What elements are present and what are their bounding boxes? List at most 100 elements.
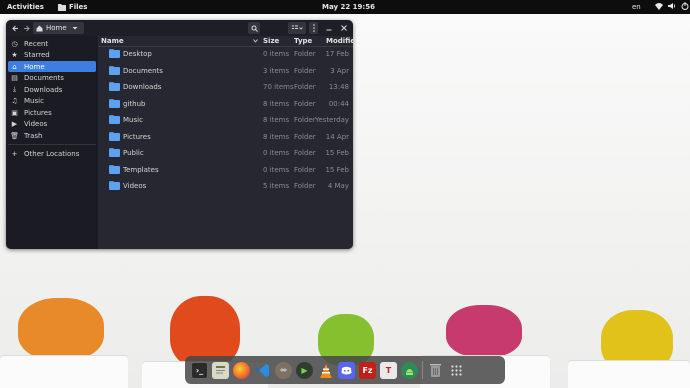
files-window: Home ◷ Recent ★ Starred ⌂ Home ▤ Documen…: [6, 20, 353, 249]
file-type: Folder: [294, 182, 316, 190]
sort-chevron-icon: [253, 39, 258, 43]
discord-icon[interactable]: [338, 361, 355, 379]
sidebar-item-label: Trash: [24, 131, 43, 140]
file-type: Folder: [294, 132, 316, 141]
file-name: Downloads: [123, 83, 162, 91]
sidebar: ◷ Recent ★ Starred ⌂ Home ▤ Documents ⤓ …: [6, 36, 98, 249]
path-bar[interactable]: Home: [33, 22, 84, 34]
sidebar-item-home[interactable]: ⌂ Home: [8, 61, 96, 72]
app-grid-icon[interactable]: [448, 362, 465, 379]
column-header-type[interactable]: Type: [294, 36, 312, 46]
pot-right: [568, 360, 690, 388]
table-row[interactable]: Music 8 items Folder Yesterday: [98, 112, 353, 128]
file-size: 70 items: [263, 83, 294, 91]
android-file-transfer-icon[interactable]: [401, 361, 418, 379]
home-icon: ⌂: [12, 62, 17, 71]
terminal-icon[interactable]: ›_: [191, 361, 208, 379]
file-modified: 3 Apr: [330, 66, 349, 75]
vscode-icon[interactable]: [254, 362, 271, 379]
back-arrow-icon: [11, 25, 18, 31]
file-size: 0 items: [263, 165, 290, 174]
system-tray[interactable]: [655, 2, 690, 10]
table-row[interactable]: github 8 items Folder 00:44: [98, 96, 353, 112]
file-type: Folder: [294, 149, 316, 157]
sidebar-item-label: Recent: [24, 39, 49, 48]
clock[interactable]: May 22 19:56: [322, 3, 375, 11]
music-icon: ♫: [11, 97, 18, 105]
sidebar-item-other-locations[interactable]: + Other Locations: [8, 148, 96, 159]
folder-icon: [109, 148, 120, 157]
sidebar-item-label: Music: [24, 97, 44, 105]
file-type: Folder: [294, 165, 316, 174]
back-button[interactable]: [10, 23, 20, 33]
sidebar-item-recent[interactable]: ◷ Recent: [8, 38, 96, 49]
sidebar-item-label: Videos: [24, 120, 48, 128]
sidebar-divider: [8, 144, 96, 145]
folder-icon: [109, 98, 120, 108]
column-header-size[interactable]: Size: [263, 36, 279, 46]
sidebar-item-downloads[interactable]: ⤓ Downloads: [8, 84, 96, 95]
home-icon: [36, 25, 43, 31]
file-name: Music: [123, 116, 143, 124]
android-studio-icon[interactable]: ▶: [296, 361, 313, 379]
dock: ›_ ▶ Fz T: [185, 356, 505, 384]
close-button[interactable]: [339, 23, 349, 33]
sidebar-item-label: Documents: [24, 74, 64, 82]
folder-icon: [109, 49, 120, 58]
file-name: Public: [123, 149, 144, 157]
table-row[interactable]: Pictures 8 items Folder 14 Apr: [98, 129, 353, 145]
menu-button[interactable]: [309, 22, 318, 34]
top-bar: Activities Files May 22 19:56 en: [0, 0, 690, 14]
table-row[interactable]: Public 0 items Folder 15 Feb: [98, 145, 353, 161]
path-label: Home: [46, 24, 67, 32]
sidebar-item-pictures[interactable]: ▣ Pictures: [8, 107, 96, 118]
sidebar-item-documents[interactable]: ▤ Documents: [8, 73, 96, 84]
table-row[interactable]: Documents 3 items Folder 3 Apr: [98, 63, 353, 79]
app-menu[interactable]: Files: [57, 3, 88, 11]
picture-icon: ▣: [11, 108, 18, 117]
trash-icon[interactable]: [427, 362, 444, 379]
sidebar-item-label: Starred: [24, 51, 50, 59]
column-header-modified[interactable]: Modified: [326, 36, 353, 46]
sidebar-item-label: Home: [24, 62, 45, 71]
table-row[interactable]: Downloads 70 items Folder 13:48: [98, 79, 353, 95]
search-button[interactable]: [248, 22, 260, 34]
sidebar-item-videos[interactable]: ▶ Videos: [8, 119, 96, 130]
plus-icon: +: [11, 149, 18, 158]
file-type: Folder: [294, 83, 316, 91]
sidebar-item-music[interactable]: ♫ Music: [8, 96, 96, 107]
app-name: Files: [68, 3, 88, 11]
list-view-icon: [291, 25, 303, 30]
file-modified: 14 Apr: [325, 132, 349, 141]
activities-button[interactable]: Activities: [7, 3, 44, 11]
language-indicator[interactable]: en: [632, 3, 641, 11]
file-modified: 00:44: [328, 99, 349, 108]
file-name: Videos: [123, 182, 147, 190]
file-size: 3 items: [263, 66, 290, 75]
text-editor-icon[interactable]: [212, 361, 229, 379]
close-icon: [341, 25, 347, 31]
table-row[interactable]: Templates 0 items Folder 15 Feb: [98, 162, 353, 178]
vlc-icon[interactable]: [317, 362, 334, 379]
forward-button[interactable]: [21, 23, 31, 33]
folder-icon: [109, 65, 120, 75]
firefox-icon[interactable]: [233, 361, 250, 379]
volume-icon: [668, 3, 676, 9]
gimp-icon[interactable]: [275, 361, 292, 379]
clock-icon: ◷: [11, 39, 18, 48]
sidebar-item-trash[interactable]: 🗑 Trash: [8, 130, 96, 141]
filezilla-icon[interactable]: Fz: [359, 361, 376, 379]
cactus-orange-left: [18, 298, 104, 360]
sidebar-item-starred[interactable]: ★ Starred: [8, 50, 96, 61]
view-options-button[interactable]: [288, 22, 306, 34]
table-row[interactable]: Videos 5 items Folder 4 May: [98, 178, 353, 194]
kebab-menu-icon: [312, 24, 315, 32]
document-icon: ▤: [11, 74, 18, 82]
file-name: Pictures: [123, 132, 151, 141]
minimize-button[interactable]: [324, 23, 334, 33]
pot-left: [0, 355, 128, 388]
column-header-name[interactable]: Name: [101, 36, 124, 46]
table-row[interactable]: Desktop 0 items Folder 17 Feb: [98, 46, 353, 62]
file-type: Folder: [294, 99, 316, 108]
typora-icon[interactable]: T: [380, 361, 397, 379]
